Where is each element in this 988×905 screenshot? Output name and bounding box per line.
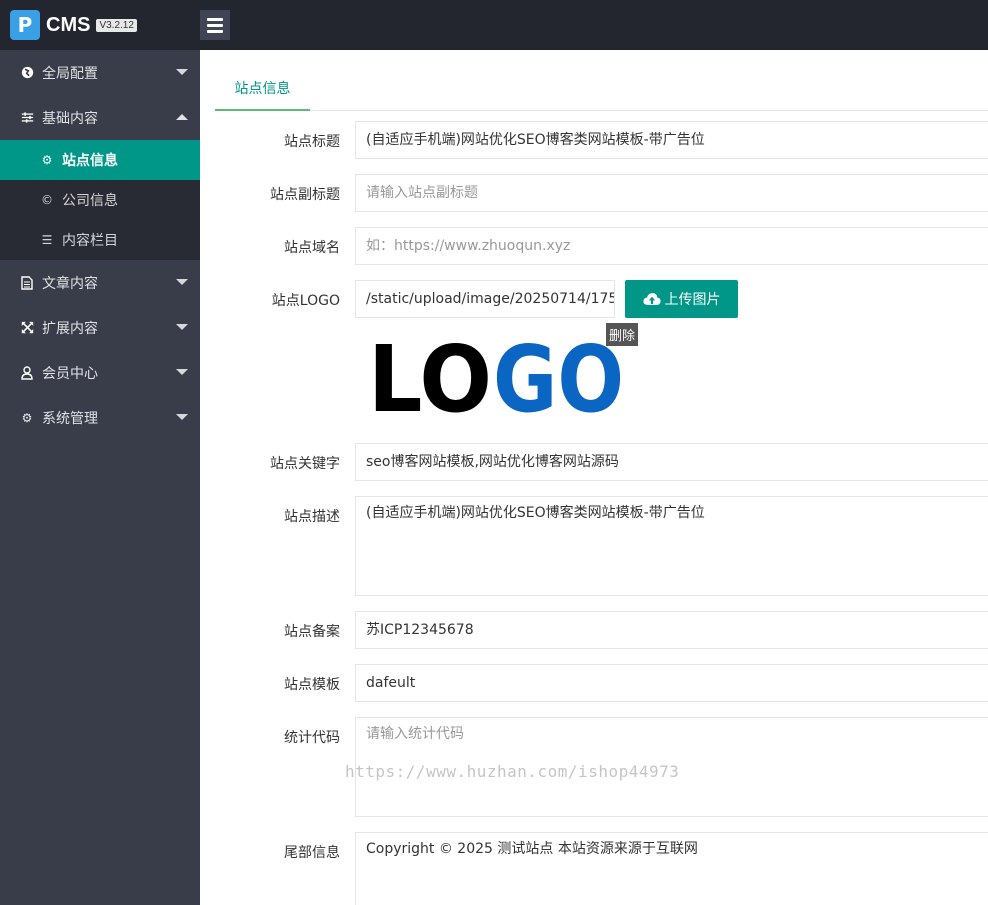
- logo-preview-left: LO: [368, 332, 492, 414]
- site-keywords-input[interactable]: seo博客网站模板,网站优化博客网站源码: [355, 443, 988, 481]
- sidebar-item-global-config[interactable]: 全局配置: [0, 50, 200, 95]
- field-label: 尾部信息: [284, 845, 340, 861]
- field-label: 站点域名: [284, 240, 340, 256]
- sidebar-item-label: 文章内容: [42, 275, 98, 292]
- watermark-text: https://www.huzhan.com/ishop44973: [345, 762, 680, 781]
- brand: P CMS V3.2.12: [0, 0, 200, 50]
- site-icp-input[interactable]: 苏ICP12345678: [355, 611, 988, 649]
- sidebar-item-members[interactable]: 会员中心: [0, 350, 200, 395]
- sidebar-submenu: ⚙ 站点信息 © 公司信息 ☰ 内容栏目: [0, 140, 200, 260]
- sidebar-item-label: 站点信息: [62, 153, 118, 169]
- field-label: 站点备案: [284, 624, 340, 640]
- chevron-up-icon: [176, 114, 188, 120]
- expand-icon: [20, 321, 34, 335]
- sidebar-item-extensions[interactable]: 扩展内容: [0, 305, 200, 350]
- sidebar-item-company-info[interactable]: © 公司信息: [0, 180, 200, 220]
- sidebar-item-label: 基础内容: [42, 110, 98, 127]
- cloud-upload-icon: [642, 293, 661, 305]
- version-badge: V3.2.12: [96, 18, 137, 32]
- field-label: 站点描述: [284, 509, 340, 525]
- tab-site-info[interactable]: 站点信息: [215, 75, 310, 111]
- sidebar-item-articles[interactable]: 文章内容: [0, 260, 200, 305]
- gear-icon: ⚙: [21, 410, 33, 425]
- delete-logo-button[interactable]: 删除: [606, 323, 639, 346]
- site-domain-input[interactable]: 如：https://www.zhuoqun.xyz: [355, 227, 988, 265]
- logo-preview-image: LO GO: [368, 332, 624, 414]
- tab-bar: 站点信息: [215, 75, 988, 111]
- chevron-down-icon: [176, 279, 188, 285]
- upload-image-button[interactable]: 上传图片: [625, 280, 738, 318]
- sidebar-item-label: 系统管理: [42, 410, 98, 427]
- copyright-icon: ©: [41, 193, 53, 207]
- logo-path-input[interactable]: /static/upload/image/20250714/1752475: [355, 280, 615, 318]
- field-label: 站点副标题: [270, 187, 340, 203]
- user-icon: [20, 365, 34, 380]
- gear-icon: ⚙: [41, 153, 53, 167]
- menu-toggle-button[interactable]: [200, 10, 230, 40]
- sidebar-item-label: 全局配置: [42, 65, 98, 82]
- globe-icon: [20, 66, 34, 80]
- site-description-textarea[interactable]: (自适应手机端)网站优化SEO博客类网站模板-带广告位: [355, 496, 988, 596]
- sidebar: P CMS V3.2.12 全局配置 基础内容 ⚙ 站点信息 © 公司信息 ☰ …: [0, 0, 200, 905]
- brand-logo-icon: P: [10, 10, 40, 40]
- hamburger-icon: [207, 17, 223, 21]
- field-label: 站点模板: [284, 677, 340, 693]
- sidebar-item-content-columns[interactable]: ☰ 内容栏目: [0, 220, 200, 260]
- brand-name: CMS: [46, 13, 91, 36]
- main-content: 站点信息 站点标题 (自适应手机端)网站优化SEO博客类网站模板-带广告位 站点…: [200, 50, 988, 905]
- footer-info-textarea[interactable]: Copyright © 2025 测试站点 本站资源来源于互联网: [355, 832, 988, 905]
- sidebar-item-basic-content[interactable]: 基础内容: [0, 95, 200, 140]
- sliders-icon: [20, 111, 34, 125]
- site-subtitle-input[interactable]: 请输入站点副标题: [355, 174, 988, 212]
- sidebar-item-system[interactable]: ⚙ 系统管理: [0, 395, 200, 440]
- field-label: 站点LOGO: [271, 293, 340, 309]
- field-label: 站点标题: [284, 134, 340, 150]
- site-title-input[interactable]: (自适应手机端)网站优化SEO博客类网站模板-带广告位: [355, 121, 988, 159]
- logo-preview-right: GO: [493, 332, 624, 414]
- sidebar-item-label: 公司信息: [62, 193, 118, 209]
- field-label: 统计代码: [284, 730, 340, 746]
- chevron-down-icon: [176, 414, 188, 420]
- sidebar-item-label: 内容栏目: [62, 233, 118, 249]
- sidebar-item-label: 会员中心: [42, 365, 98, 382]
- chevron-down-icon: [176, 324, 188, 330]
- upload-image-label: 上传图片: [664, 292, 721, 308]
- chevron-down-icon: [176, 369, 188, 375]
- sidebar-item-site-info[interactable]: ⚙ 站点信息: [0, 140, 200, 180]
- document-icon: [20, 275, 34, 290]
- list-icon: ☰: [41, 233, 53, 247]
- field-label: 站点关键字: [270, 456, 340, 472]
- chevron-down-icon: [176, 69, 188, 75]
- site-template-input[interactable]: dafeult: [355, 664, 988, 702]
- top-header: [200, 0, 988, 50]
- sidebar-item-label: 扩展内容: [42, 320, 98, 337]
